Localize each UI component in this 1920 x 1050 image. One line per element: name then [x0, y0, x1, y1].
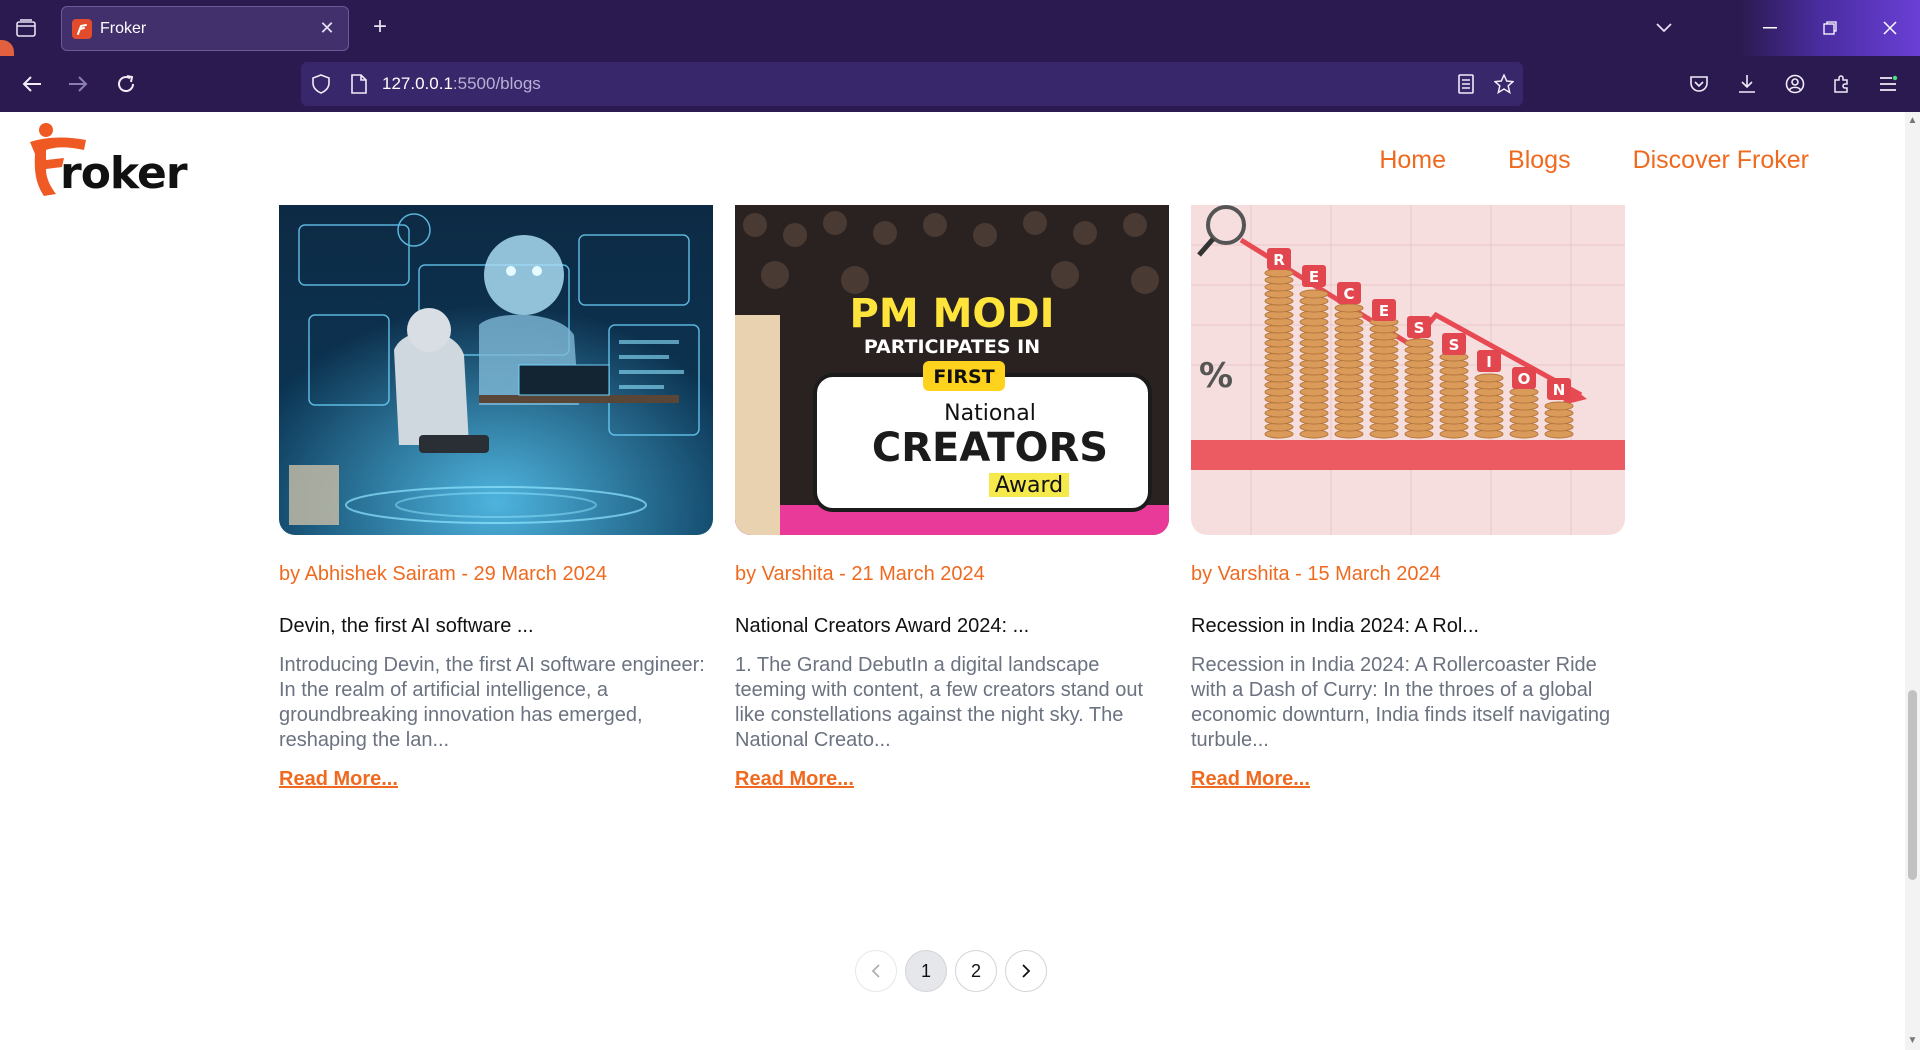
window-controls — [1740, 0, 1920, 56]
scroll-up-icon[interactable]: ▲ — [1907, 116, 1918, 126]
recession-letter: C — [1343, 285, 1354, 303]
read-more-link[interactable]: Read More... — [279, 768, 398, 791]
post-excerpt: Introducing Devin, the first AI software… — [279, 654, 705, 751]
pagination: 1 2 — [855, 950, 1047, 992]
coin-stack: S — [1404, 316, 1434, 439]
reload-icon[interactable] — [112, 70, 140, 98]
logo-text: roker — [60, 148, 188, 199]
window-accent — [0, 40, 14, 56]
post-excerpt: Recession in India 2024: A Rollercoaster… — [1191, 654, 1611, 751]
chevron-right-icon — [1022, 964, 1031, 978]
award-image-badge: FIRST — [933, 366, 994, 388]
recession-letter: O — [1518, 370, 1531, 388]
recession-letter: R — [1273, 251, 1285, 269]
scroll-down-icon[interactable]: ▼ — [1907, 1036, 1918, 1046]
page-scrollbar[interactable]: ▲ ▼ — [1905, 112, 1920, 1050]
page-2-button[interactable]: 2 — [955, 950, 997, 992]
froker-favicon-icon — [72, 18, 92, 39]
coin-stack: S — [1439, 333, 1469, 439]
blog-card-image-ai-robot[interactable] — [279, 205, 713, 535]
url-host: 127.0.0.1 — [382, 74, 453, 93]
account-icon[interactable] — [1781, 70, 1809, 98]
next-page-button[interactable] — [1005, 950, 1047, 992]
page-icon[interactable] — [347, 72, 371, 96]
blog-card-image-recession[interactable]: % R E C E S S I O N — [1191, 205, 1625, 535]
minimize-icon[interactable] — [1740, 0, 1800, 56]
site-nav: Home Blogs Discover Froker — [1379, 146, 1809, 175]
post-meta: by Varshita - 21 March 2024 — [735, 563, 985, 585]
coin-stack: E — [1369, 299, 1399, 439]
post-title[interactable]: Recession in India 2024: A Rol... — [1191, 615, 1625, 639]
download-icon[interactable] — [1733, 70, 1761, 98]
prev-page-button[interactable] — [855, 950, 897, 992]
chevron-left-icon — [871, 964, 880, 978]
recession-letter: E — [1379, 302, 1389, 320]
nav-home-link[interactable]: Home — [1379, 146, 1446, 175]
url-path: :5500/blogs — [452, 74, 541, 93]
reader-view-icon[interactable] — [1454, 72, 1478, 96]
award-image-line3: National — [944, 401, 1036, 426]
recession-letter: I — [1486, 353, 1492, 371]
extensions-icon[interactable] — [1828, 70, 1856, 98]
pocket-icon[interactable] — [1685, 70, 1713, 98]
coin-stack: N — [1544, 378, 1574, 439]
recession-letter: S — [1449, 336, 1460, 354]
coin-stack: E — [1299, 265, 1329, 439]
blog-card: by Abhishek Sairam - 29 March 2024 Devin… — [279, 205, 713, 791]
coin-stack: I — [1474, 350, 1504, 439]
recession-letter: E — [1309, 268, 1319, 286]
blog-card-image-creators-award[interactable]: PM MODI PARTICIPATES IN FIRST National C… — [735, 205, 1169, 535]
award-image-line2: PARTICIPATES IN — [864, 336, 1040, 358]
nav-blogs-link[interactable]: Blogs — [1508, 146, 1571, 175]
recession-letter: N — [1553, 381, 1566, 399]
read-more-link[interactable]: Read More... — [1191, 768, 1310, 791]
post-excerpt: 1. The Grand DebutIn a digital landscape… — [735, 654, 1143, 751]
url-text[interactable]: 127.0.0.1:5500/blogs — [382, 74, 541, 94]
browser-navbar: 127.0.0.1:5500/blogs — [0, 56, 1920, 112]
close-window-icon[interactable] — [1860, 0, 1920, 56]
forward-arrow-icon[interactable] — [64, 70, 92, 98]
award-image-line5: Award — [995, 473, 1063, 498]
nav-discover-link[interactable]: Discover Froker — [1633, 146, 1809, 175]
blog-card: % RECESSION by Varshita - 15 March 2024 … — [1191, 205, 1625, 791]
tab-title: Froker — [100, 19, 147, 37]
restore-icon[interactable] — [1800, 0, 1860, 56]
blog-card-list: by Abhishek Sairam - 29 March 2024 Devin… — [279, 205, 1625, 791]
page-1-button[interactable]: 1 — [905, 950, 947, 992]
tab-list-icon[interactable] — [12, 14, 40, 42]
blog-card: PM MODI PARTICIPATES IN FIRST National C… — [735, 205, 1169, 791]
browser-tab-active[interactable]: Froker ✕ — [61, 6, 349, 51]
bookmark-star-icon[interactable] — [1492, 72, 1516, 96]
new-tab-button[interactable]: + — [366, 14, 394, 42]
recession-letter: S — [1414, 319, 1425, 337]
blog-page: roker Home Blogs Discover Froker by Abhi… — [0, 112, 1905, 1050]
recession-percent-sign: % — [1199, 356, 1233, 396]
shield-icon[interactable] — [309, 72, 333, 96]
post-meta: by Varshita - 15 March 2024 — [1191, 563, 1441, 585]
scroll-thumb[interactable] — [1908, 690, 1917, 880]
post-title[interactable]: Devin, the first AI software ... — [279, 615, 713, 639]
post-meta: by Abhishek Sairam - 29 March 2024 — [279, 563, 607, 585]
read-more-link[interactable]: Read More... — [735, 768, 854, 791]
address-bar[interactable]: 127.0.0.1:5500/blogs — [301, 62, 1523, 106]
coin-stack: C — [1334, 282, 1364, 439]
menu-icon[interactable] — [1874, 70, 1902, 98]
back-arrow-icon[interactable] — [18, 70, 46, 98]
award-image-line4: CREATORS — [872, 425, 1108, 471]
post-title[interactable]: National Creators Award 2024: ... — [735, 615, 1169, 639]
browser-tabbar: Froker ✕ + — [0, 0, 1920, 56]
chevron-down-icon[interactable] — [1650, 14, 1678, 42]
froker-logo[interactable]: roker — [24, 120, 188, 200]
close-tab-icon[interactable]: ✕ — [316, 18, 338, 39]
award-image-line1: PM MODI — [850, 291, 1055, 337]
